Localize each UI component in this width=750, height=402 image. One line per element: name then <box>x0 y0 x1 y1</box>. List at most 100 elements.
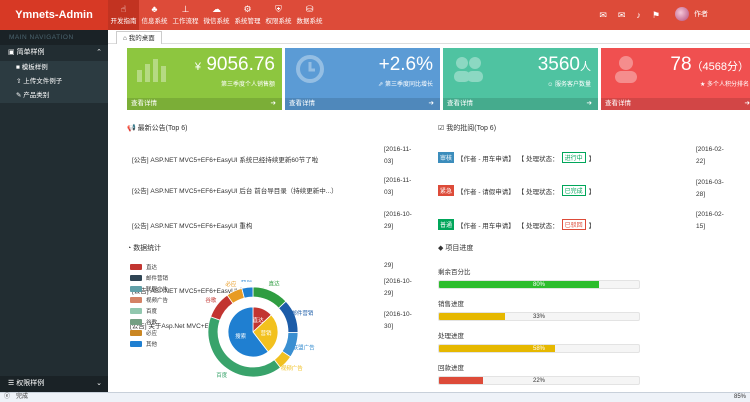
legend-swatch <box>130 264 142 270</box>
topnav-item-dev-guide[interactable]: ☝ 开发指南 <box>108 0 139 30</box>
pie-label: 视频广告 <box>281 364 304 372</box>
zoom-level[interactable]: 85% <box>734 393 746 402</box>
pie-chart: 直达营销搜索直达邮件营销联盟广告视频广告百度谷歌必应其他 <box>205 280 316 379</box>
progress-label: 剩余百分比 <box>438 269 471 276</box>
legend-item[interactable]: 必应 <box>130 329 157 337</box>
tab-my-desktop[interactable]: ⌂ 我的桌面 <box>116 31 162 44</box>
stat-desc: 第三季度同比增长 <box>384 82 433 88</box>
stat-value: 3560 <box>537 54 580 75</box>
history-icon <box>296 55 324 83</box>
topnav-item-workflow[interactable]: ⊥ 工作流程 <box>170 0 201 30</box>
hand-icon: ☝ <box>120 4 127 14</box>
stat-value: 9056.76 <box>206 54 275 75</box>
avatar <box>675 7 689 21</box>
user-menu[interactable]: 作者 <box>675 7 708 21</box>
pie-title: ◔ 数据统计 <box>127 245 162 252</box>
todo-item[interactable]: 审核 【作者 - 用车申请】 【 处理状态： 进行中 】 <box>438 152 595 163</box>
arrow-right-icon: ➔ <box>270 100 276 107</box>
topnav-item-info[interactable]: ♣ 信息系统 <box>139 0 170 30</box>
stat-box-customers: 3560人 ☺ 服务客户数量 查看详情 ➔ <box>443 48 598 110</box>
announcement-item[interactable]: [公告] ASP.NET MVC5+EF6+EasyUI 后台 前台导目录（持续… <box>132 185 422 195</box>
todo-item[interactable]: 紧急 【作者 - 请假申请】 【 处理状态： 已完成 】 <box>438 185 595 196</box>
todo-date: [2016-03-28] <box>696 179 724 198</box>
legend-item[interactable]: 邮件营销 <box>130 274 168 282</box>
stat-box-sales: ¥ 9056.76 第三季度个人销售额 查看详情 ➔ <box>127 48 282 110</box>
priority-badge: 紧急 <box>438 185 455 196</box>
sidebar-group-simple[interactable]: ▣ 简单样例 ⌃ <box>0 45 108 61</box>
announcement-date: [2016-10-29] <box>384 278 412 297</box>
sidebar-item-template[interactable]: ■ 模板样例 <box>0 61 108 75</box>
legend-item[interactable]: 联盟广告 <box>130 285 168 293</box>
status-badge: 进行中 <box>561 152 586 163</box>
user-name: 作者 <box>694 11 708 18</box>
flow-icon: ⊥ <box>181 4 190 14</box>
progress-percent: 22% <box>532 378 545 384</box>
gears-icon: ⚙ <box>243 4 252 14</box>
pie-slice[interactable] <box>241 286 254 299</box>
stat-link[interactable]: 查看详情 ➔ <box>285 98 440 110</box>
legend-item[interactable]: 谷歌 <box>130 318 157 326</box>
progress-bar: 58% <box>438 344 640 353</box>
sidebar: MAIN NAVIGATION ▣ 简单样例 ⌃ ■ 模板样例 ⇧ 上传文件例子… <box>0 30 108 392</box>
pie-label: 营销 <box>260 329 272 337</box>
legend-label: 百度 <box>146 309 158 315</box>
progress-percent: 33% <box>532 314 545 320</box>
pie-label: 邮件营销 <box>291 309 314 317</box>
sidebar-item-upload[interactable]: ⇧ 上传文件例子 <box>0 75 108 89</box>
legend-label: 联盟广告 <box>146 287 169 293</box>
sidebar-item-category[interactable]: ✎ 产品类别 <box>0 89 108 103</box>
arrow-right-icon: ➔ <box>744 100 750 107</box>
announcement-item[interactable]: [公告] ASP.NET MVC5+EF6+EasyUI 重构 <box>132 220 422 230</box>
progress-percent: 58% <box>532 346 545 352</box>
stat-link[interactable]: 查看详情 ➔ <box>127 98 282 110</box>
app-logo[interactable]: Ymnets-Admin <box>0 0 108 30</box>
announcements-title: 📢 最新公告(Top 6) <box>127 125 188 132</box>
legend-item[interactable]: 视频广告 <box>130 296 168 304</box>
announcement-date: [2016-11-03] <box>384 146 412 165</box>
legend-label: 邮件营销 <box>146 276 169 282</box>
priority-badge: 普通 <box>438 219 455 230</box>
topnav-item-data[interactable]: ⛁ 数据系统 <box>294 0 325 30</box>
stat-link[interactable]: 查看详情 ➔ <box>601 98 750 110</box>
legend-swatch <box>130 308 142 314</box>
legend-item[interactable]: 百度 <box>130 307 157 315</box>
pie-slice[interactable] <box>278 300 299 333</box>
announcement-date-overflow: 29] <box>384 262 394 269</box>
legend-swatch <box>130 297 142 303</box>
topnav-item-wechat[interactable]: ☁ 微信系统 <box>201 0 232 30</box>
stat-link[interactable]: 查看详情 ➔ <box>443 98 598 110</box>
progress-title: ◆ 项目进度 <box>438 245 474 252</box>
todo-item[interactable]: 普通 【作者 - 用车申请】 【 处理状态： 已驳回 】 <box>438 219 595 230</box>
check-square-icon: ☑ <box>438 125 447 132</box>
progress-bar: 33% <box>438 312 640 321</box>
legend-item[interactable]: 直达 <box>130 263 157 271</box>
sidebar-header: MAIN NAVIGATION <box>0 30 108 45</box>
todo-date: [2016-02-15] <box>696 211 724 230</box>
topnav-item-permission[interactable]: ⛨ 权限系统 <box>263 0 294 30</box>
legend-label: 其他 <box>146 342 158 348</box>
pie-slice[interactable] <box>252 286 287 309</box>
todos-title: ☑ 我的批阅(Top 6) <box>438 125 497 132</box>
comment-icon[interactable]: ✉ <box>599 10 607 21</box>
arrow-right-icon: ➔ <box>586 100 592 107</box>
sidebar-group-permission[interactable]: ☰ 权限样例 ⌄ <box>0 376 108 392</box>
pie-label: 其他 <box>241 280 253 283</box>
legend-item[interactable]: 其他 <box>130 340 157 348</box>
flag-icon[interactable]: ⚑ <box>652 10 660 21</box>
stat-desc: 服务客户数量 <box>554 82 591 88</box>
chart-line-icon: ⇗ <box>378 82 385 88</box>
envelope-icon[interactable]: ✉ <box>618 10 626 21</box>
bell-icon[interactable]: ♪ <box>636 10 641 20</box>
announcement-item[interactable]: [公告] ASP.NET MVC5+EF6+EasyUI 系统已经持续更新60节… <box>132 154 422 164</box>
cube-icon: ▣ <box>8 49 17 56</box>
topnav-item-system[interactable]: ⚙ 系统管理 <box>232 0 263 30</box>
star-icon: ★ <box>699 82 707 88</box>
pie-label: 联盟广告 <box>293 344 316 352</box>
top-bar: Ymnets-Admin ☝ 开发指南 ♣ 信息系统 ⊥ 工作流程 ☁ 微信系统 ⚙ 系统… <box>0 0 750 30</box>
tab-strip: ⌂ 我的桌面 <box>108 30 750 44</box>
users-icon <box>454 57 483 82</box>
priority-badge: 审核 <box>438 152 455 163</box>
legend-swatch <box>130 286 142 292</box>
pie-label: 谷歌 <box>205 296 217 304</box>
stat-desc: 第三季度个人销售额 <box>220 82 275 88</box>
